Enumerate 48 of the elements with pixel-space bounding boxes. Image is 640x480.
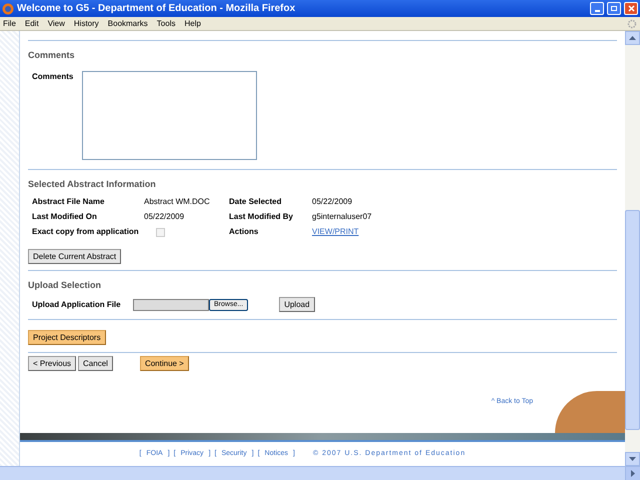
field-label: Comments: [32, 71, 73, 83]
photo-placeholder: [555, 391, 625, 433]
window-title: Welcome to G5 - Department of Education - Mozilla Firefox: [17, 2, 296, 16]
close-icon: [628, 5, 634, 12]
vertical-scrollbar[interactable]: [625, 31, 640, 466]
field-label: Last Modified By: [229, 211, 294, 223]
field-label: Last Modified On: [32, 211, 98, 223]
section-heading: Upload Selection: [28, 279, 102, 291]
file-path-field[interactable]: [133, 298, 209, 310]
field-value: g5internaluser07: [312, 211, 372, 223]
scroll-right-button[interactable]: [625, 467, 640, 480]
field-value: Abstract WM.DOC: [144, 196, 211, 208]
minimize-button[interactable]: [590, 2, 604, 15]
field-value: 05/22/2009: [144, 211, 186, 223]
scrollbar-thumb[interactable]: [625, 210, 640, 430]
down-arrow-icon: [629, 457, 636, 461]
restore-button[interactable]: [607, 2, 621, 15]
throbber-icon: [627, 18, 637, 28]
field-label: Actions: [229, 226, 260, 238]
menu-item[interactable]: Bookmarks: [108, 18, 148, 30]
previous-button[interactable]: < Previous: [28, 356, 76, 371]
menu-item[interactable]: History: [74, 18, 99, 30]
upload-button[interactable]: Upload: [279, 297, 315, 312]
view-print-link[interactable]: VIEW/PRINT: [312, 226, 359, 238]
field-label: Exact copy from application: [32, 226, 140, 238]
field-label: Upload Application File: [32, 298, 122, 310]
comments-field[interactable]: [82, 71, 257, 160]
section-heading: Selected Abstract Information: [28, 178, 157, 190]
close-button[interactable]: [624, 2, 638, 15]
menu-item[interactable]: Edit: [24, 18, 39, 30]
menu-item[interactable]: Tools: [156, 18, 176, 30]
cancel-button[interactable]: Cancel: [78, 356, 113, 371]
field-value: 05/22/2009: [312, 196, 352, 208]
field-label: Date Selected: [229, 196, 282, 208]
project-descriptors-button[interactable]: Project Descriptors: [28, 330, 106, 345]
scroll-down-button[interactable]: [625, 452, 640, 466]
menu-item[interactable]: Help: [184, 18, 201, 30]
menu-item[interactable]: File: [3, 18, 16, 30]
horizontal-scrollbar[interactable]: [0, 466, 640, 480]
browser-logo-icon: [2, 2, 14, 14]
continue-button[interactable]: Continue >: [140, 356, 189, 371]
field-label: Abstract File Name: [32, 196, 106, 208]
right-arrow-icon: [631, 470, 635, 477]
section-heading: Comments: [28, 49, 76, 61]
up-arrow-icon: [629, 36, 636, 40]
scroll-up-button[interactable]: [625, 31, 640, 45]
menu-item[interactable]: View: [48, 18, 65, 30]
delete-abstract-button[interactable]: Delete Current Abstract: [28, 249, 122, 264]
